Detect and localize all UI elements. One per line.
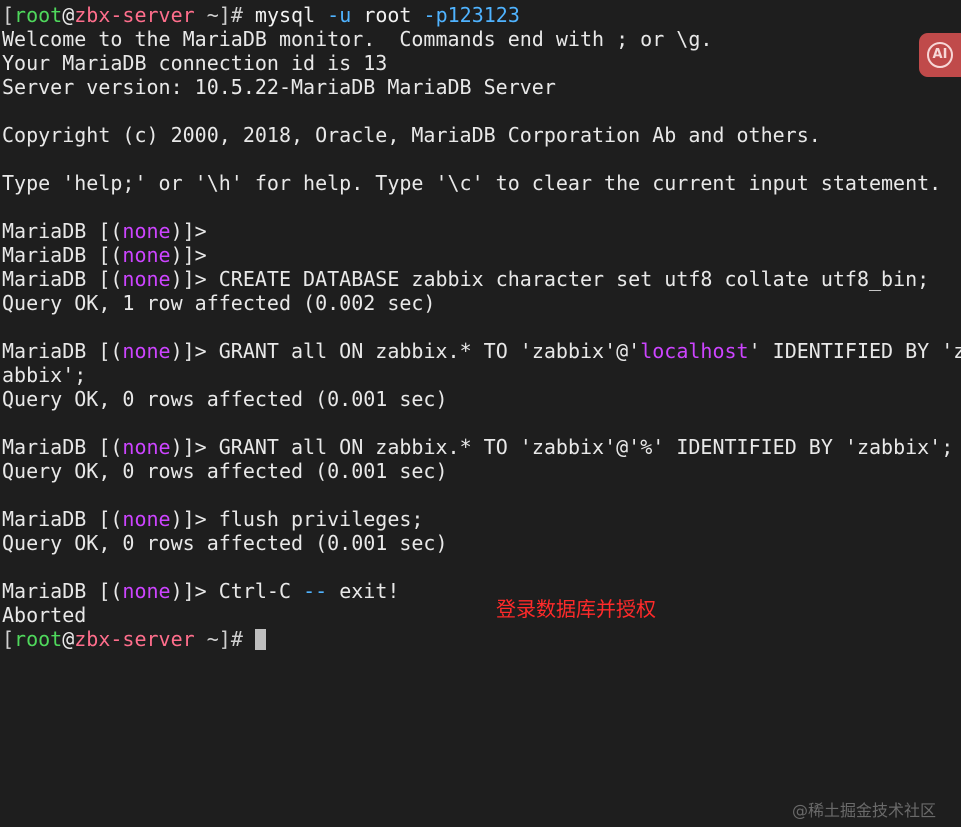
- query-result-line: Query OK, 0 rows affected (0.001 sec): [2, 459, 448, 483]
- grant-localhost-command: MariaDB [(none)]> GRANT all ON zabbix.* …: [2, 339, 961, 363]
- server-version-line: Server version: 10.5.22-MariaDB MariaDB …: [2, 75, 556, 99]
- aborted-line: Aborted: [2, 603, 87, 627]
- help-line: Type 'help;' or '\h' for help. Type '\c'…: [2, 171, 942, 195]
- flush-privileges-command: MariaDB [(none)]> flush privileges;: [2, 507, 424, 531]
- create-database-command: MariaDB [(none)]> CREATE DATABASE zabbix…: [2, 267, 930, 291]
- copyright-line: Copyright (c) 2000, 2018, Oracle, MariaD…: [2, 123, 821, 147]
- annotation-label: 登录数据库并授权: [496, 597, 656, 621]
- query-result-line: Query OK, 0 rows affected (0.001 sec): [2, 387, 448, 411]
- query-result-line: Query OK, 1 row affected (0.002 sec): [2, 291, 436, 315]
- welcome-line: Welcome to the MariaDB monitor. Commands…: [2, 27, 713, 51]
- terminal-output: [root@zbx-server ~]# mysql -u root -p123…: [2, 3, 961, 651]
- grant-any-host-command: MariaDB [(none)]> GRANT all ON zabbix.* …: [2, 435, 954, 459]
- mariadb-prompt-line: MariaDB [(none)]>: [2, 219, 207, 243]
- mariadb-prompt-line: MariaDB [(none)]>: [2, 243, 207, 267]
- terminal-cursor: [254, 629, 266, 650]
- connection-id-line: Your MariaDB connection id is 13: [2, 51, 388, 75]
- shell-prompt-line[interactable]: [root@zbx-server ~]#: [2, 627, 961, 651]
- watermark: @稀土掘金技术社区: [792, 801, 937, 820]
- shell-prompt-line: [root@zbx-server ~]# mysql -u root -p123…: [2, 3, 520, 27]
- grant-localhost-wrap: abbix';: [2, 363, 87, 387]
- ai-icon: AI: [927, 42, 953, 68]
- query-result-line: Query OK, 0 rows affected (0.001 sec): [2, 531, 448, 555]
- terminal-window[interactable]: [root@zbx-server ~]# mysql -u root -p123…: [0, 0, 961, 827]
- ai-assistant-button[interactable]: AI: [919, 33, 961, 77]
- exit-command-line: MariaDB [(none)]> Ctrl-C -- exit!: [2, 579, 400, 603]
